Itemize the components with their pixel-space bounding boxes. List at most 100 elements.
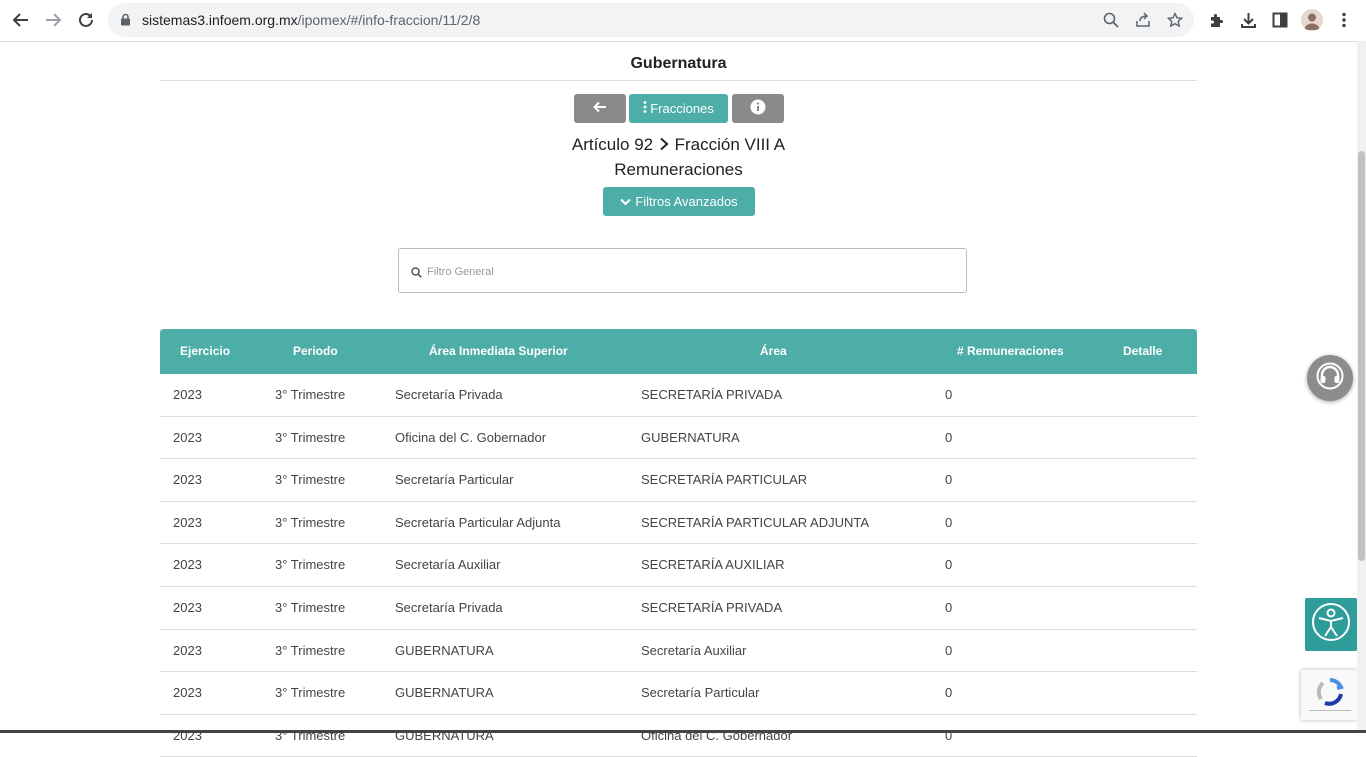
cell-periodo: 3° Trimestre <box>275 599 346 615</box>
cell-periodo: 3° Trimestre <box>275 472 346 488</box>
profile-icon[interactable] <box>1301 9 1323 31</box>
star-icon[interactable] <box>1166 11 1184 29</box>
cell-area: GUBERNATURA <box>641 429 740 445</box>
sidepanel-icon[interactable] <box>1270 10 1290 30</box>
cell-ejercicio: 2023 <box>173 599 202 615</box>
cell-remuneraciones: 0 <box>945 685 953 701</box>
table-row[interactable]: 2023 3° Trimestre GUBERNATURA Oficina de… <box>160 714 1197 757</box>
page-title: Gubernatura <box>630 55 727 72</box>
remuneraciones-table: Ejercicio Periodo Área Inmediata Superio… <box>160 329 1197 757</box>
reload-icon[interactable] <box>73 7 99 33</box>
info-button[interactable] <box>732 94 784 123</box>
cell-area-superior: Oficina del C. Gobernador <box>395 429 547 445</box>
cell-area-superior: Secretaría Privada <box>395 599 503 615</box>
cell-area: SECRETARÍA AUXILIAR <box>641 557 785 573</box>
cell-remuneraciones: 0 <box>945 557 953 573</box>
cell-ejercicio: 2023 <box>173 557 202 573</box>
cell-periodo: 3° Trimestre <box>275 642 346 658</box>
cell-area: SECRETARÍA PRIVADA <box>641 387 783 402</box>
breadcrumb-fraction: Fracción VIII A <box>674 135 786 154</box>
cell-ejercicio: 2023 <box>173 685 202 701</box>
cell-area: SECRETARÍA PARTICULAR ADJUNTA <box>641 514 870 530</box>
cell-periodo: 3° Trimestre <box>275 557 346 573</box>
table-row[interactable]: 2023 3° Trimestre Secretaría Auxiliar SE… <box>160 544 1197 587</box>
table-row[interactable]: 2023 3° Trimestre GUBERNATURA Secretaría… <box>160 629 1197 673</box>
cell-remuneraciones: 0 <box>945 387 953 402</box>
table-row[interactable]: 2023 3° Trimestre Secretaría Particular … <box>160 501 1197 545</box>
table-row[interactable]: 2023 3° Trimestre GUBERNATURA Secretaría… <box>160 672 1197 715</box>
advanced-filters-button[interactable]: Filtros Avanzados <box>603 187 755 216</box>
header-area-superior[interactable]: Área Inmediata Superior <box>429 344 568 358</box>
header-area[interactable]: Área <box>760 344 787 358</box>
info-icon <box>750 99 766 118</box>
browser-toolbar: sistemas3.infoem.org.mx/ipomex/#/info-fr… <box>0 0 1366 42</box>
back-button[interactable] <box>574 94 626 123</box>
fracciones-button[interactable]: Fracciones <box>629 94 728 123</box>
table-row[interactable]: 2023 3° Trimestre Secretaría Particular … <box>160 459 1197 502</box>
cell-remuneraciones: 0 <box>945 514 953 530</box>
cell-area: Secretaría Particular <box>641 685 760 701</box>
table-row[interactable]: 2023 3° Trimestre Oficina del C. Goberna… <box>160 416 1197 460</box>
search-icon <box>411 265 422 283</box>
arrow-left-icon <box>593 101 607 116</box>
table-header: Ejercicio Periodo Área Inmediata Superio… <box>160 329 1197 374</box>
cell-ejercicio: 2023 <box>173 514 202 530</box>
chevron-right-icon <box>659 136 669 156</box>
back-icon[interactable] <box>8 7 34 33</box>
header-remuneraciones[interactable]: # Remuneraciones <box>957 344 1064 358</box>
puzzle-icon[interactable] <box>1206 10 1226 30</box>
page-scrollbar[interactable] <box>1357 41 1366 733</box>
url-path: /ipomex/#/info-fraccion/11/2/8 <box>297 12 481 28</box>
cell-area-superior: GUBERNATURA <box>395 642 494 658</box>
cell-ejercicio: 2023 <box>173 642 202 658</box>
recaptcha-icon <box>1315 677 1345 712</box>
cell-ejercicio: 2023 <box>173 387 202 402</box>
download-icon[interactable] <box>1238 10 1258 30</box>
chevron-down-icon <box>620 194 632 209</box>
cell-remuneraciones: 0 <box>945 642 953 658</box>
vertical-dots-icon <box>643 101 647 116</box>
cell-ejercicio: 2023 <box>173 472 202 488</box>
cell-periodo: 3° Trimestre <box>275 387 346 402</box>
table-row[interactable]: 2023 3° Trimestre Secretaría Privada SEC… <box>160 374 1197 417</box>
scrollbar-thumb[interactable] <box>1358 151 1365 561</box>
table-row[interactable]: 2023 3° Trimestre Secretaría Privada SEC… <box>160 586 1197 630</box>
breadcrumb: Artículo 92 Fracción VIII A <box>160 135 1197 156</box>
cell-area-superior: Secretaría Privada <box>395 387 503 402</box>
general-filter-input[interactable] <box>425 261 949 283</box>
cell-area-superior: Secretaría Particular Adjunta <box>395 514 561 530</box>
cell-area-superior: Secretaría Particular <box>395 472 514 488</box>
recaptcha-badge[interactable] <box>1301 670 1358 720</box>
headset-icon <box>1315 361 1345 396</box>
cell-remuneraciones: 0 <box>945 472 953 488</box>
share-icon[interactable] <box>1134 11 1152 29</box>
zoom-icon[interactable] <box>1102 11 1120 29</box>
cell-periodo: 3° Trimestre <box>275 685 346 701</box>
header-periodo[interactable]: Periodo <box>293 344 338 358</box>
accessibility-button[interactable] <box>1305 598 1357 651</box>
url-host: sistemas3.infoem.org.mx <box>142 12 298 28</box>
cell-periodo: 3° Trimestre <box>275 429 346 445</box>
cell-remuneraciones: 0 <box>945 429 953 445</box>
fracciones-label: Fracciones <box>650 101 714 116</box>
lock-icon[interactable] <box>120 13 131 31</box>
divider <box>160 80 1197 81</box>
cell-periodo: 3° Trimestre <box>275 514 346 530</box>
section-subtitle: Remuneraciones <box>614 160 743 179</box>
cell-remuneraciones: 0 <box>945 599 953 615</box>
general-filter[interactable] <box>398 248 967 293</box>
header-detalle[interactable]: Detalle <box>1123 344 1162 358</box>
address-bar[interactable]: sistemas3.infoem.org.mx/ipomex/#/info-fr… <box>108 3 1194 37</box>
url-text[interactable]: sistemas3.infoem.org.mx/ipomex/#/info-fr… <box>142 12 480 28</box>
forward-icon[interactable] <box>40 7 66 33</box>
accessibility-icon <box>1311 602 1351 647</box>
cell-area: SECRETARÍA PRIVADA <box>641 599 783 615</box>
support-chat-button[interactable] <box>1307 355 1353 401</box>
menu-icon[interactable] <box>1334 10 1354 30</box>
cell-ejercicio: 2023 <box>173 429 202 445</box>
recaptcha-links <box>1309 710 1351 711</box>
cell-area: Secretaría Auxiliar <box>641 642 747 658</box>
header-ejercicio[interactable]: Ejercicio <box>180 344 230 358</box>
breadcrumb-article: Artículo 92 <box>571 135 654 154</box>
advanced-filters-label: Filtros Avanzados <box>635 194 738 209</box>
